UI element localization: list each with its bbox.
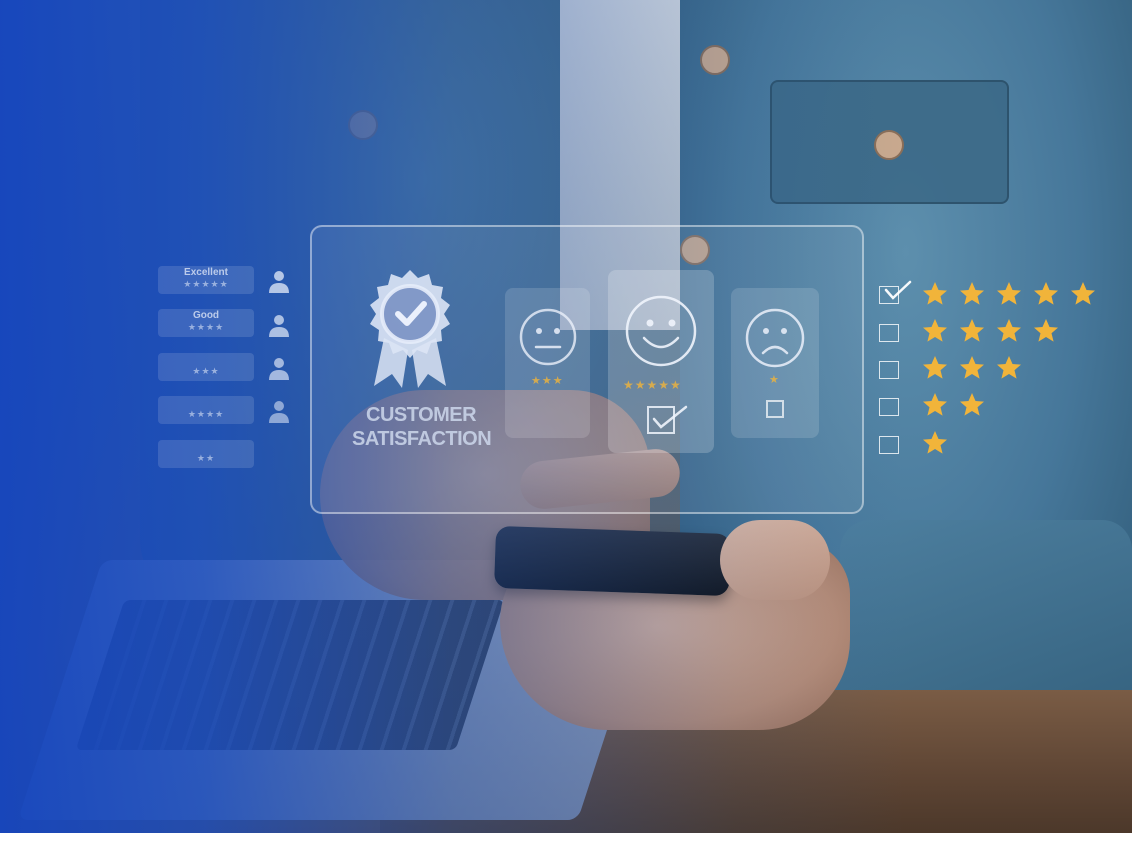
star-icon	[997, 282, 1021, 305]
rating-label: Good	[192, 310, 220, 321]
star-rating-row	[922, 281, 1107, 307]
rating-stars: ★★★★	[187, 409, 225, 419]
checkbox-icon	[879, 324, 899, 342]
star-icon	[960, 393, 984, 416]
smiley-face-icon	[625, 295, 697, 367]
star-icon	[923, 319, 947, 342]
star-rating-row	[922, 355, 1033, 381]
star-icon	[1034, 319, 1058, 342]
rating-list-item: ★★★	[158, 353, 254, 381]
rating-list-item: Excellent ★★★★★	[158, 266, 254, 294]
sad-stars: ★	[769, 374, 780, 386]
checkmark-icon	[647, 405, 688, 434]
star-icon	[960, 356, 984, 379]
star-icon	[997, 319, 1021, 342]
star-rating-row	[922, 318, 1070, 344]
happy-stars: ★★★★★	[623, 378, 682, 392]
caption-line-1: CUSTOMER	[366, 404, 477, 426]
user-icon	[269, 315, 289, 337]
rating-label: Excellent	[184, 267, 228, 278]
rating-stars: ★★★★★	[183, 279, 229, 289]
star-icon	[923, 431, 947, 454]
rating-list-item: ★★	[158, 440, 254, 468]
star-icon	[923, 393, 947, 416]
rating-stars: ★★★★	[187, 322, 225, 332]
rating-list-item: Good ★★★★	[158, 309, 254, 337]
checkbox-icon	[879, 398, 899, 416]
star-rating-row	[922, 392, 996, 418]
rating-stars: ★★	[196, 453, 216, 463]
sad-face-icon	[745, 308, 805, 368]
star-icon	[1034, 282, 1058, 305]
neutral-face-icon	[519, 308, 577, 366]
award-badge-icon	[370, 270, 450, 388]
checkbox-icon	[879, 361, 899, 379]
caption-line-2: SATISFACTION	[352, 428, 492, 450]
photo-scene: Excellent ★★★★★ Good ★★★★ ★★★ ★★★★ ★★ CU…	[0, 0, 1132, 833]
checkmark-icon	[884, 280, 912, 300]
checkbox-icon	[766, 400, 784, 418]
star-rating-row	[922, 430, 959, 456]
rating-stars: ★★★	[192, 366, 220, 376]
star-icon	[1071, 282, 1095, 305]
star-icon	[960, 282, 984, 305]
star-icon	[960, 319, 984, 342]
star-icon	[997, 356, 1021, 379]
user-icon	[269, 401, 289, 423]
neutral-stars: ★★★	[531, 375, 564, 387]
star-icon	[923, 282, 947, 305]
checkbox-icon	[879, 436, 899, 454]
user-icon	[269, 358, 289, 380]
star-icon	[923, 356, 947, 379]
user-icon	[269, 271, 289, 293]
rating-list-item: ★★★★	[158, 396, 254, 424]
